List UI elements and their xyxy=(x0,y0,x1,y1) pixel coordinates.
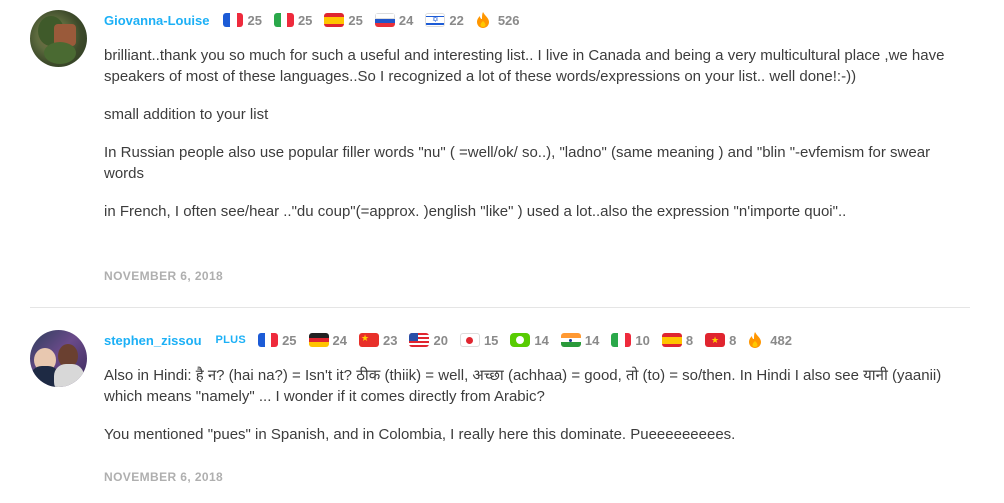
japan-flag-icon xyxy=(459,333,480,347)
flame-icon xyxy=(476,12,489,28)
language-level: 8 xyxy=(661,332,694,348)
language-level: 14 xyxy=(560,332,600,348)
language-level: ★ 8 xyxy=(705,333,736,348)
plus-badge: PLUS xyxy=(215,334,247,346)
language-level: 25 xyxy=(223,12,262,28)
duolingo-owl-icon xyxy=(510,333,531,347)
comment-paragraph: small addition to your list xyxy=(104,106,269,123)
comment-body: Also in Hindi: है न? (hai na?) = Isn't i… xyxy=(104,365,974,462)
language-level: 25 xyxy=(258,332,297,348)
israel-flag-icon: ✡ xyxy=(425,13,446,27)
language-level-value: 24 xyxy=(332,332,348,348)
language-level: 25 xyxy=(324,12,363,28)
language-level: 15 xyxy=(459,332,499,348)
language-level-value: 25 xyxy=(297,12,313,28)
language-level-value: 10 xyxy=(635,332,650,348)
language-level-value: 23 xyxy=(383,332,398,348)
comment-date[interactable]: NOVEMBER 6, 2018 xyxy=(104,470,223,484)
russia-flag-icon xyxy=(374,13,395,27)
spain-flag-icon xyxy=(324,13,345,27)
avatar[interactable] xyxy=(30,330,87,387)
streak-count: 482 xyxy=(770,332,792,348)
comment-paragraph: Also in Hindi: है न? (hai na?) = Isn't i… xyxy=(104,367,942,405)
username[interactable]: Giovanna-Louise xyxy=(104,13,209,28)
language-level: 20 xyxy=(409,332,448,348)
avatar[interactable] xyxy=(30,10,87,67)
comment-paragraph: brilliant..thank you so much for such a … xyxy=(104,47,945,85)
language-level-value: 25 xyxy=(282,332,297,348)
comment-divider xyxy=(30,307,970,308)
comment-header: stephen_zissou PLUS 25 24 ★ 23 20 15 14 … xyxy=(104,330,792,350)
language-level: 24 xyxy=(308,332,348,348)
language-level: 25 xyxy=(273,12,313,28)
language-level-value: 14 xyxy=(584,332,600,348)
comment-date[interactable]: NOVEMBER 6, 2018 xyxy=(104,269,223,283)
vietnam-flag-icon: ★ xyxy=(705,333,726,347)
flame-icon xyxy=(749,332,762,348)
germany-flag-icon xyxy=(308,333,329,347)
streak: 526 xyxy=(476,12,520,28)
france-flag-icon xyxy=(258,333,279,347)
india-flag-icon xyxy=(560,333,581,347)
language-level: 14 xyxy=(510,332,549,348)
language-level-value: 24 xyxy=(398,12,414,28)
comment-paragraph: You mentioned "pues" in Spanish, and in … xyxy=(104,426,736,443)
france-flag-icon xyxy=(223,13,244,27)
italy-flag-icon xyxy=(273,13,294,27)
comment-header: Giovanna-Louise 25 25 25 24 ✡ 22 526 xyxy=(104,10,520,30)
language-level-value: 8 xyxy=(685,332,694,348)
comment-paragraph: In Russian people also use popular fille… xyxy=(104,144,931,182)
language-level: 10 xyxy=(611,332,650,348)
language-level-value: 14 xyxy=(534,332,549,348)
usa-flag-icon xyxy=(409,333,430,347)
username[interactable]: stephen_zissou xyxy=(104,333,202,348)
comment-body: brilliant..thank you so much for such a … xyxy=(104,45,974,239)
language-level-value: 25 xyxy=(247,12,262,28)
italy-flag-icon xyxy=(611,333,632,347)
language-level-value: 15 xyxy=(483,332,499,348)
comment-paragraph: in French, I often see/hear .."du coup"(… xyxy=(104,203,847,220)
language-level: ✡ 22 xyxy=(425,12,464,28)
language-level-value: 25 xyxy=(348,12,363,28)
language-level-value: 22 xyxy=(449,12,464,28)
language-level-value: 8 xyxy=(729,332,737,348)
language-level: ★ 23 xyxy=(359,333,397,348)
streak-count: 526 xyxy=(497,12,520,28)
streak: 482 xyxy=(748,332,792,348)
china-flag-icon: ★ xyxy=(359,333,380,347)
spain-flag-icon xyxy=(661,333,682,347)
language-level-value: 20 xyxy=(433,332,448,348)
language-level: 24 xyxy=(374,12,414,28)
